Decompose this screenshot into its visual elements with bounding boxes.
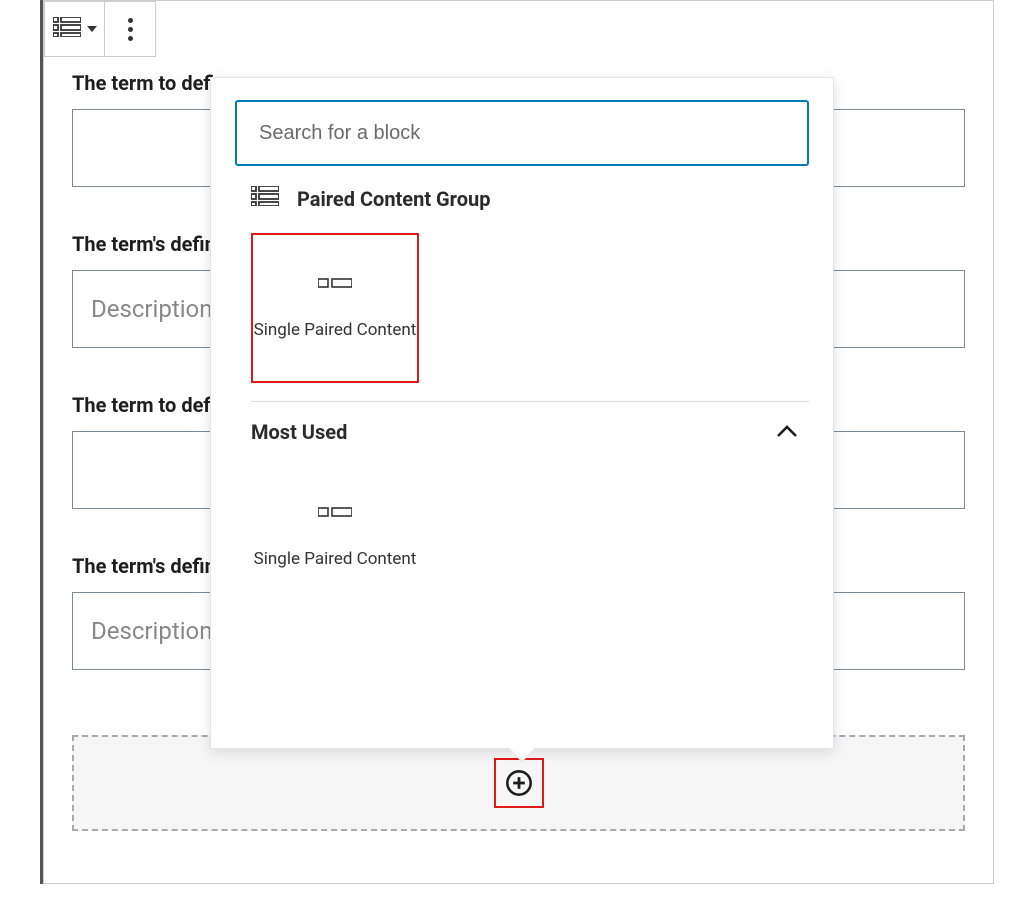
block-type-button[interactable] (45, 2, 105, 56)
block-item-label: Single Paired Content (254, 319, 417, 343)
most-used-section[interactable]: Most Used (251, 420, 809, 444)
divider (251, 401, 809, 402)
block-inserter-popover: Paired Content Group Single Paired Conte… (210, 77, 834, 749)
block-item-label: Single Paired Content (254, 548, 417, 572)
caret-down-icon (87, 26, 97, 32)
paired-content-icon (318, 273, 352, 297)
more-options-button[interactable] (105, 2, 155, 56)
more-vertical-icon (128, 18, 133, 41)
search-input[interactable] (235, 100, 809, 166)
block-item-single-paired-content[interactable]: Single Paired Content (251, 233, 419, 383)
block-item-single-paired-content[interactable]: Single Paired Content (251, 462, 419, 612)
plus-circle-icon (505, 769, 533, 797)
grid-icon (251, 186, 279, 211)
chevron-up-icon (775, 425, 799, 439)
section-label: Most Used (251, 420, 347, 444)
add-block-button[interactable] (494, 758, 544, 808)
block-group-header: Paired Content Group (251, 186, 809, 211)
paired-content-icon (318, 502, 352, 526)
grid-icon (53, 17, 81, 41)
block-group-label: Paired Content Group (297, 187, 490, 211)
block-toolbar (44, 1, 156, 57)
